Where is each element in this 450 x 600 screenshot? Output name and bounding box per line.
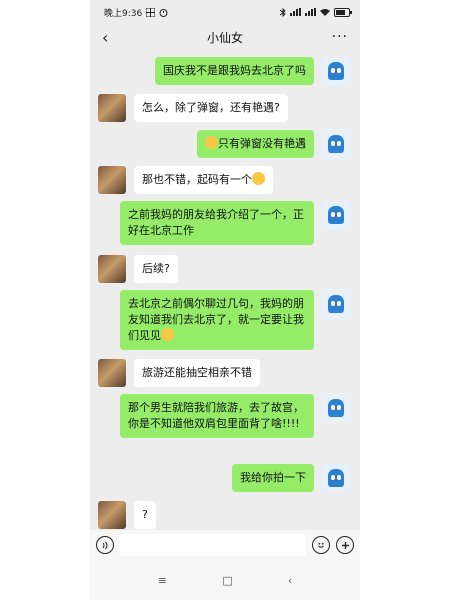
- message-row: 怎么，除了弹窗，还有艳遇?: [90, 94, 360, 122]
- message-text: 那个男生就陪我们旅游，去了故宫，你是不知道他双肩包里面背了啥!!!!: [128, 401, 304, 430]
- more-icon[interactable]: ···: [328, 29, 348, 45]
- message-bubble[interactable]: 只有弹窗没有艳遇: [197, 130, 314, 158]
- message-row: 只有弹窗没有艳遇: [90, 130, 360, 158]
- nav-back-icon[interactable]: ‹: [288, 574, 292, 587]
- contact-avatar[interactable]: [98, 501, 126, 529]
- my-avatar[interactable]: [322, 394, 350, 422]
- phone-screen: 晚上9:36 ‹ 小仙女 ··· 国庆我不是跟我妈去北京了吗 怎么，除了弹窗，还…: [90, 0, 360, 600]
- message-row: 之前我妈的朋友给我介绍了一个，正好在北京工作: [90, 201, 360, 245]
- my-avatar[interactable]: [322, 201, 350, 229]
- message-text: 之前我妈的朋友给我介绍了一个，正好在北京工作: [128, 208, 304, 237]
- chat-area[interactable]: 国庆我不是跟我妈去北京了吗 怎么，除了弹窗，还有艳遇? 只有弹窗没有艳遇 那也不…: [90, 50, 360, 530]
- signal-icon-2: [305, 8, 316, 16]
- system-nav-bar: ≡ □ ‹: [90, 560, 360, 600]
- my-avatar[interactable]: [322, 290, 350, 318]
- message-text: 那也不错，起码有一个: [142, 173, 252, 186]
- grimace-emoji: [161, 328, 174, 341]
- grid-icon: [146, 7, 156, 17]
- message-text: 怎么，除了弹窗，还有艳遇?: [142, 101, 280, 114]
- message-row: 后续?: [90, 255, 360, 283]
- chat-header: ‹ 小仙女 ···: [90, 24, 360, 50]
- message-text: ?: [142, 508, 148, 521]
- message-bubble[interactable]: 国庆我不是跟我妈去北京了吗: [155, 57, 314, 85]
- menu-icon[interactable]: ≡: [158, 574, 167, 587]
- alarm-icon: [159, 8, 168, 17]
- message-row: ?: [90, 501, 360, 529]
- message-text: 国庆我不是跟我妈去北京了吗: [163, 64, 306, 77]
- message-row: 去北京之前偶尔聊过几句，我妈的朋友知道我们去北京了，就一定要让我们见见: [90, 290, 360, 350]
- message-bubble[interactable]: 去北京之前偶尔聊过几句，我妈的朋友知道我们去北京了，就一定要让我们见见: [120, 290, 314, 350]
- message-row: 旅游还能抽空相亲不错: [90, 359, 360, 387]
- message-bubble[interactable]: 那个男生就陪我们旅游，去了故宫，你是不知道他双肩包里面背了啥!!!!: [120, 394, 314, 438]
- emoji-icon[interactable]: [312, 536, 330, 554]
- message-text: 只有弹窗没有艳遇: [218, 137, 306, 150]
- contact-avatar[interactable]: [98, 166, 126, 194]
- my-avatar[interactable]: [322, 130, 350, 158]
- thinking-emoji: [252, 172, 265, 185]
- bluetooth-icon: [280, 7, 286, 17]
- message-row: 国庆我不是跟我妈去北京了吗: [90, 57, 360, 85]
- grinning-sweat-emoji: [205, 136, 218, 149]
- chat-title: 小仙女: [206, 30, 243, 45]
- battery-icon: [334, 7, 352, 17]
- message-text: 我给你拍一下: [240, 471, 306, 484]
- plus-icon[interactable]: [336, 536, 354, 554]
- input-bar: [90, 530, 360, 560]
- message-row: 我给你拍一下: [90, 464, 360, 492]
- my-avatar[interactable]: [322, 464, 350, 492]
- home-icon[interactable]: □: [222, 574, 232, 587]
- back-icon[interactable]: ‹: [102, 28, 122, 47]
- status-bar: 晚上9:36: [90, 0, 360, 24]
- message-bubble[interactable]: 那也不错，起码有一个: [134, 166, 273, 194]
- message-row: 那也不错，起码有一个: [90, 166, 360, 194]
- message-bubble[interactable]: 旅游还能抽空相亲不错: [134, 359, 260, 387]
- message-text: 旅游还能抽空相亲不错: [142, 366, 252, 379]
- message-bubble[interactable]: 怎么，除了弹窗，还有艳遇?: [134, 94, 288, 122]
- wifi-icon: [320, 9, 330, 16]
- signal-icon: [290, 8, 301, 16]
- contact-avatar[interactable]: [98, 94, 126, 122]
- message-bubble[interactable]: 之前我妈的朋友给我介绍了一个，正好在北京工作: [120, 201, 314, 245]
- message-bubble[interactable]: 后续?: [134, 255, 178, 283]
- voice-icon[interactable]: [96, 536, 114, 554]
- message-text: 去北京之前偶尔聊过几句，我妈的朋友知道我们去北京了，就一定要让我们见见: [128, 297, 304, 342]
- my-avatar[interactable]: [322, 57, 350, 85]
- contact-avatar[interactable]: [98, 255, 126, 283]
- message-text: 后续?: [142, 262, 170, 275]
- message-row: 那个男生就陪我们旅游，去了故宫，你是不知道他双肩包里面背了啥!!!!: [90, 394, 360, 438]
- message-input[interactable]: [120, 534, 306, 556]
- message-bubble[interactable]: 我给你拍一下: [232, 464, 314, 492]
- contact-avatar[interactable]: [98, 359, 126, 387]
- message-bubble[interactable]: ?: [134, 501, 156, 529]
- status-time: 晚上9:36: [104, 8, 143, 19]
